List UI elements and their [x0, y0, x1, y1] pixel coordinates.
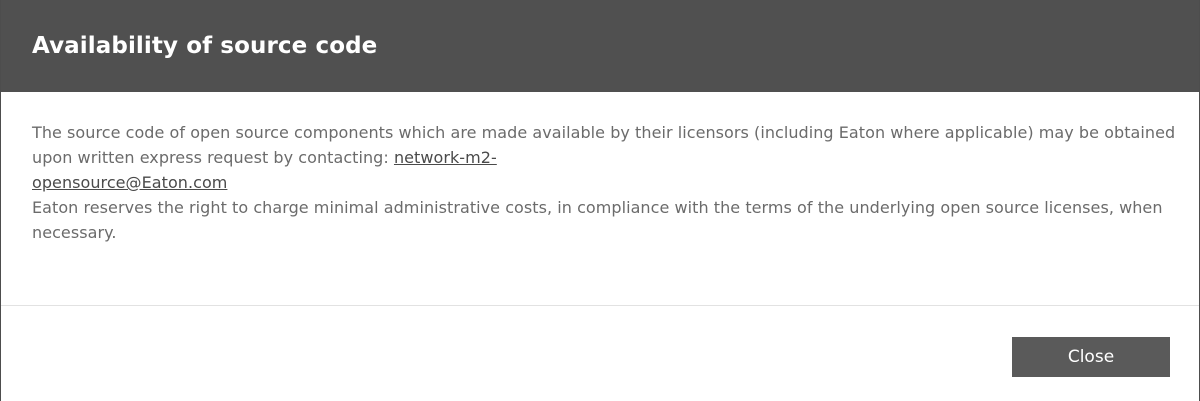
contact-email-part1: network-m2-: [393, 148, 497, 167]
availability-text: The source code of open source component…: [32, 123, 1176, 167]
contact-email-part2: opensource@Eaton.com: [32, 173, 228, 192]
charges-text: Eaton reserves the right to charge minim…: [32, 198, 1163, 242]
source-code-dialog: Availability of source code The source c…: [0, 0, 1200, 401]
dialog-header: Availability of source code: [1, 0, 1199, 92]
footer-divider: [1, 305, 1199, 306]
dialog-title: Availability of source code: [32, 33, 378, 59]
dialog-body: The source code of open source component…: [32, 120, 1182, 245]
close-button[interactable]: Close: [1012, 337, 1170, 377]
